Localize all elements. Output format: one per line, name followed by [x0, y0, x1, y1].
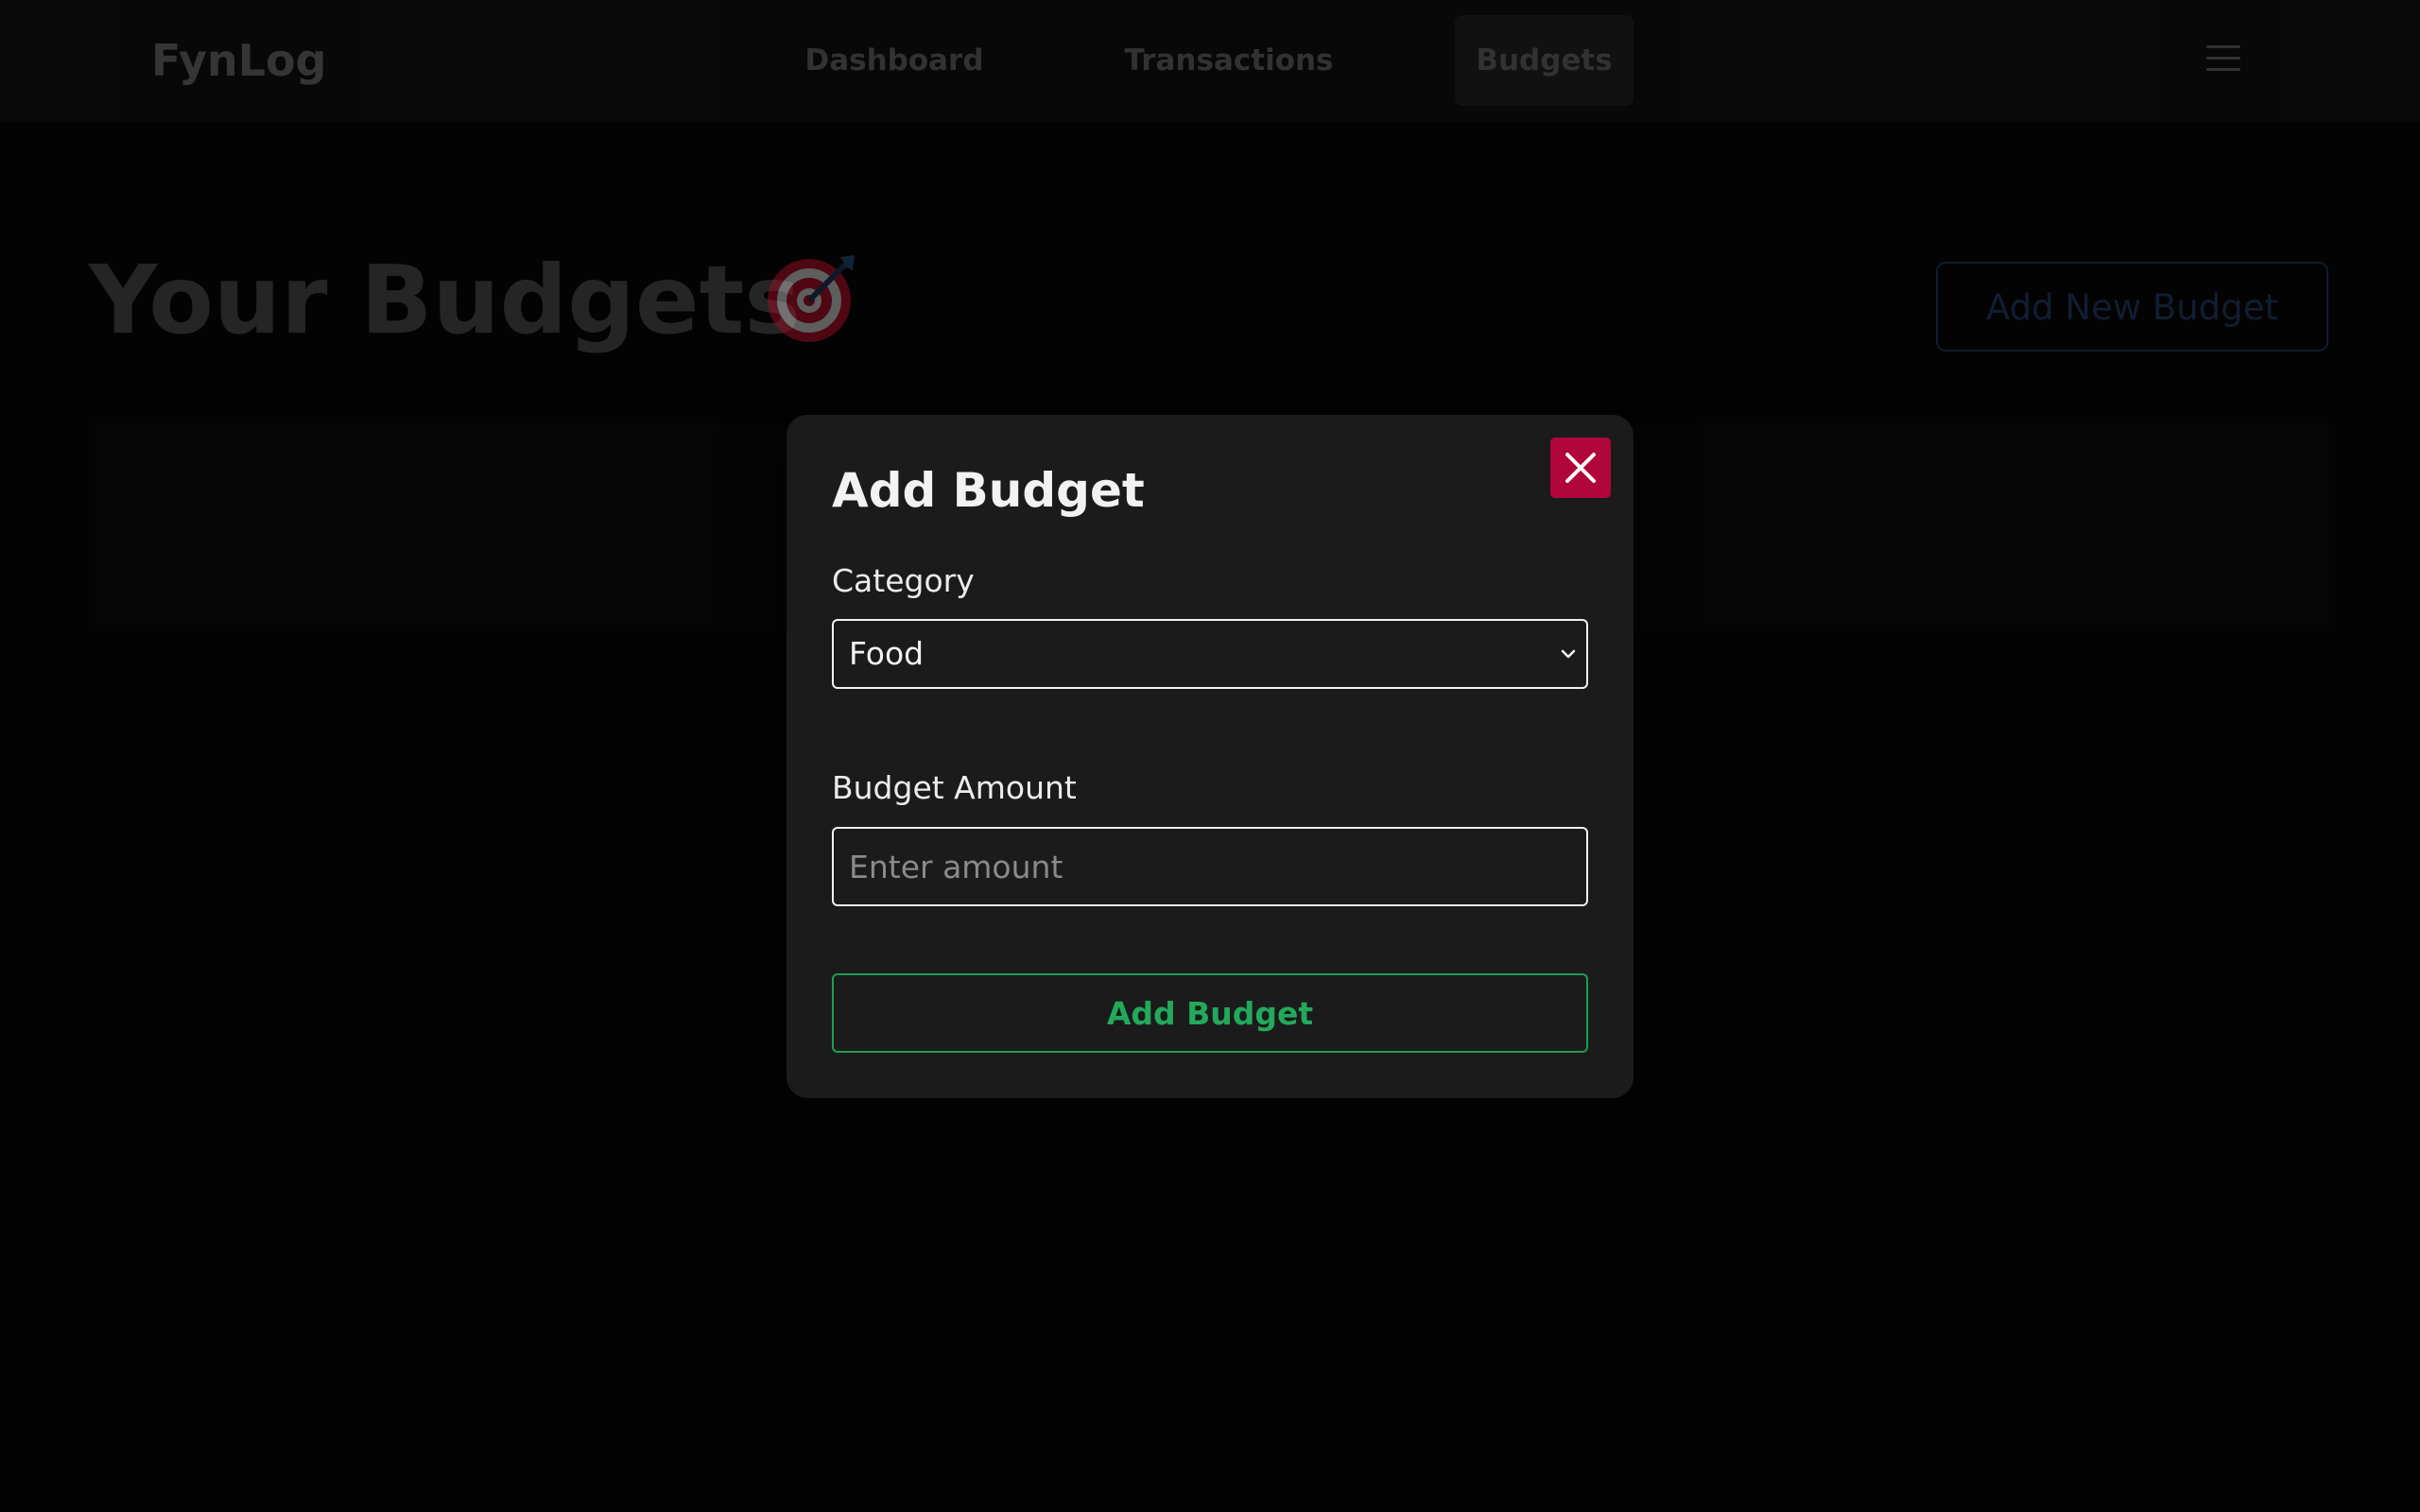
- modal-title: Add Budget: [832, 463, 1145, 518]
- chevron-down-icon: [1561, 649, 1576, 659]
- category-label: Category: [832, 562, 975, 599]
- close-icon: [1565, 453, 1596, 483]
- budget-amount-input[interactable]: [832, 827, 1588, 906]
- close-button[interactable]: [1550, 438, 1611, 498]
- category-select[interactable]: Food: [832, 619, 1588, 689]
- budget-amount-label: Budget Amount: [832, 769, 1077, 806]
- category-selected-value: Food: [849, 635, 925, 672]
- add-budget-submit-button[interactable]: Add Budget: [832, 973, 1588, 1053]
- add-budget-modal: Add Budget Category Food Budget Amount A…: [786, 415, 1634, 1098]
